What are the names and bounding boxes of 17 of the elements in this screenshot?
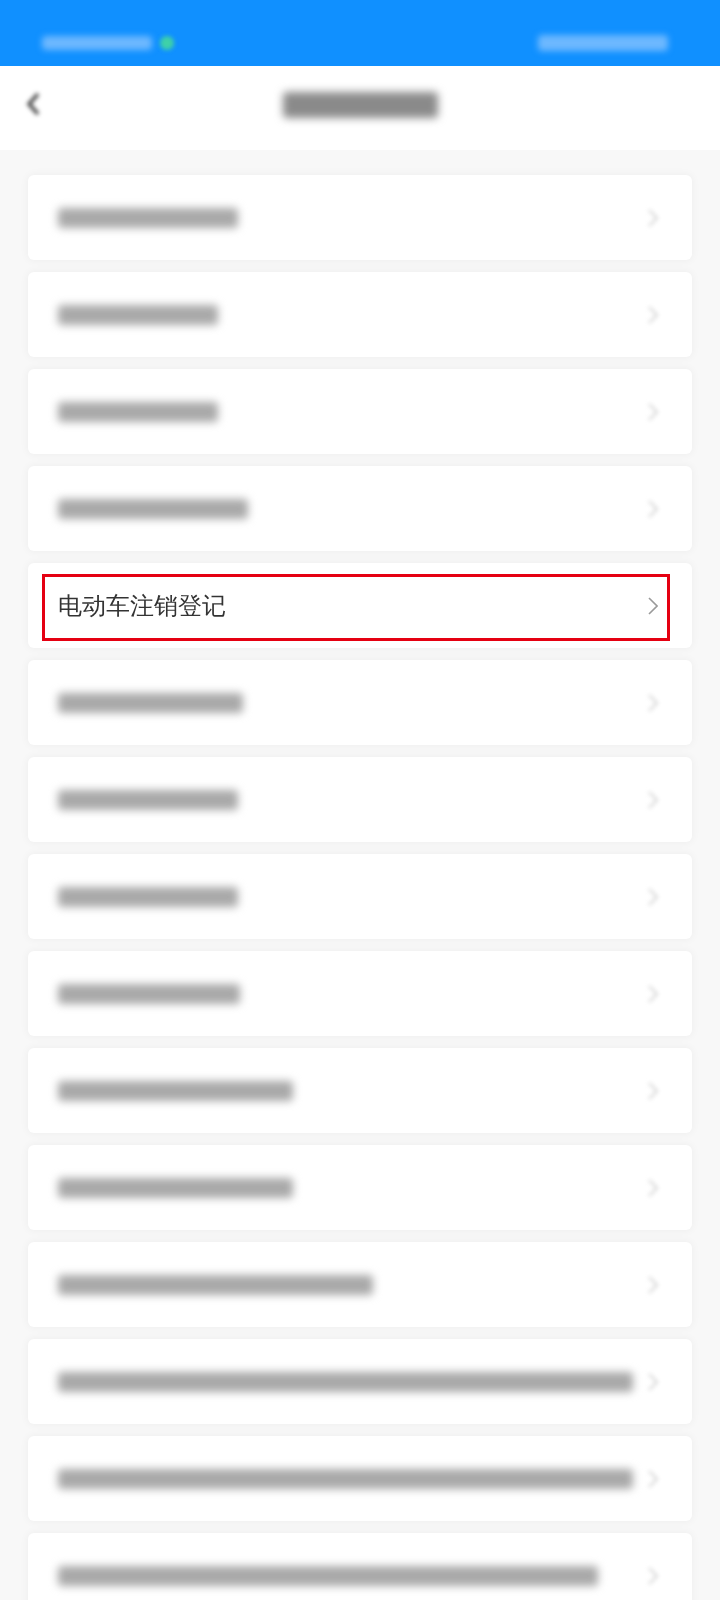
list-item[interactable] — [28, 466, 692, 551]
list-item[interactable] — [28, 951, 692, 1036]
chevron-right-icon — [648, 596, 658, 615]
list-item[interactable] — [28, 369, 692, 454]
list-item[interactable]: 电动车注销登记 — [28, 563, 692, 648]
list-item[interactable] — [28, 1048, 692, 1133]
list-item[interactable] — [28, 1145, 692, 1230]
list-item[interactable] — [28, 272, 692, 357]
list-item[interactable] — [28, 1436, 692, 1521]
list-item[interactable] — [28, 854, 692, 939]
list-item[interactable] — [28, 1533, 692, 1600]
list-item[interactable] — [28, 660, 692, 745]
list-item[interactable] — [28, 757, 692, 842]
list-item[interactable] — [28, 175, 692, 260]
back-icon[interactable] — [26, 92, 40, 116]
list-item[interactable] — [28, 1242, 692, 1327]
list-item[interactable] — [28, 1339, 692, 1424]
